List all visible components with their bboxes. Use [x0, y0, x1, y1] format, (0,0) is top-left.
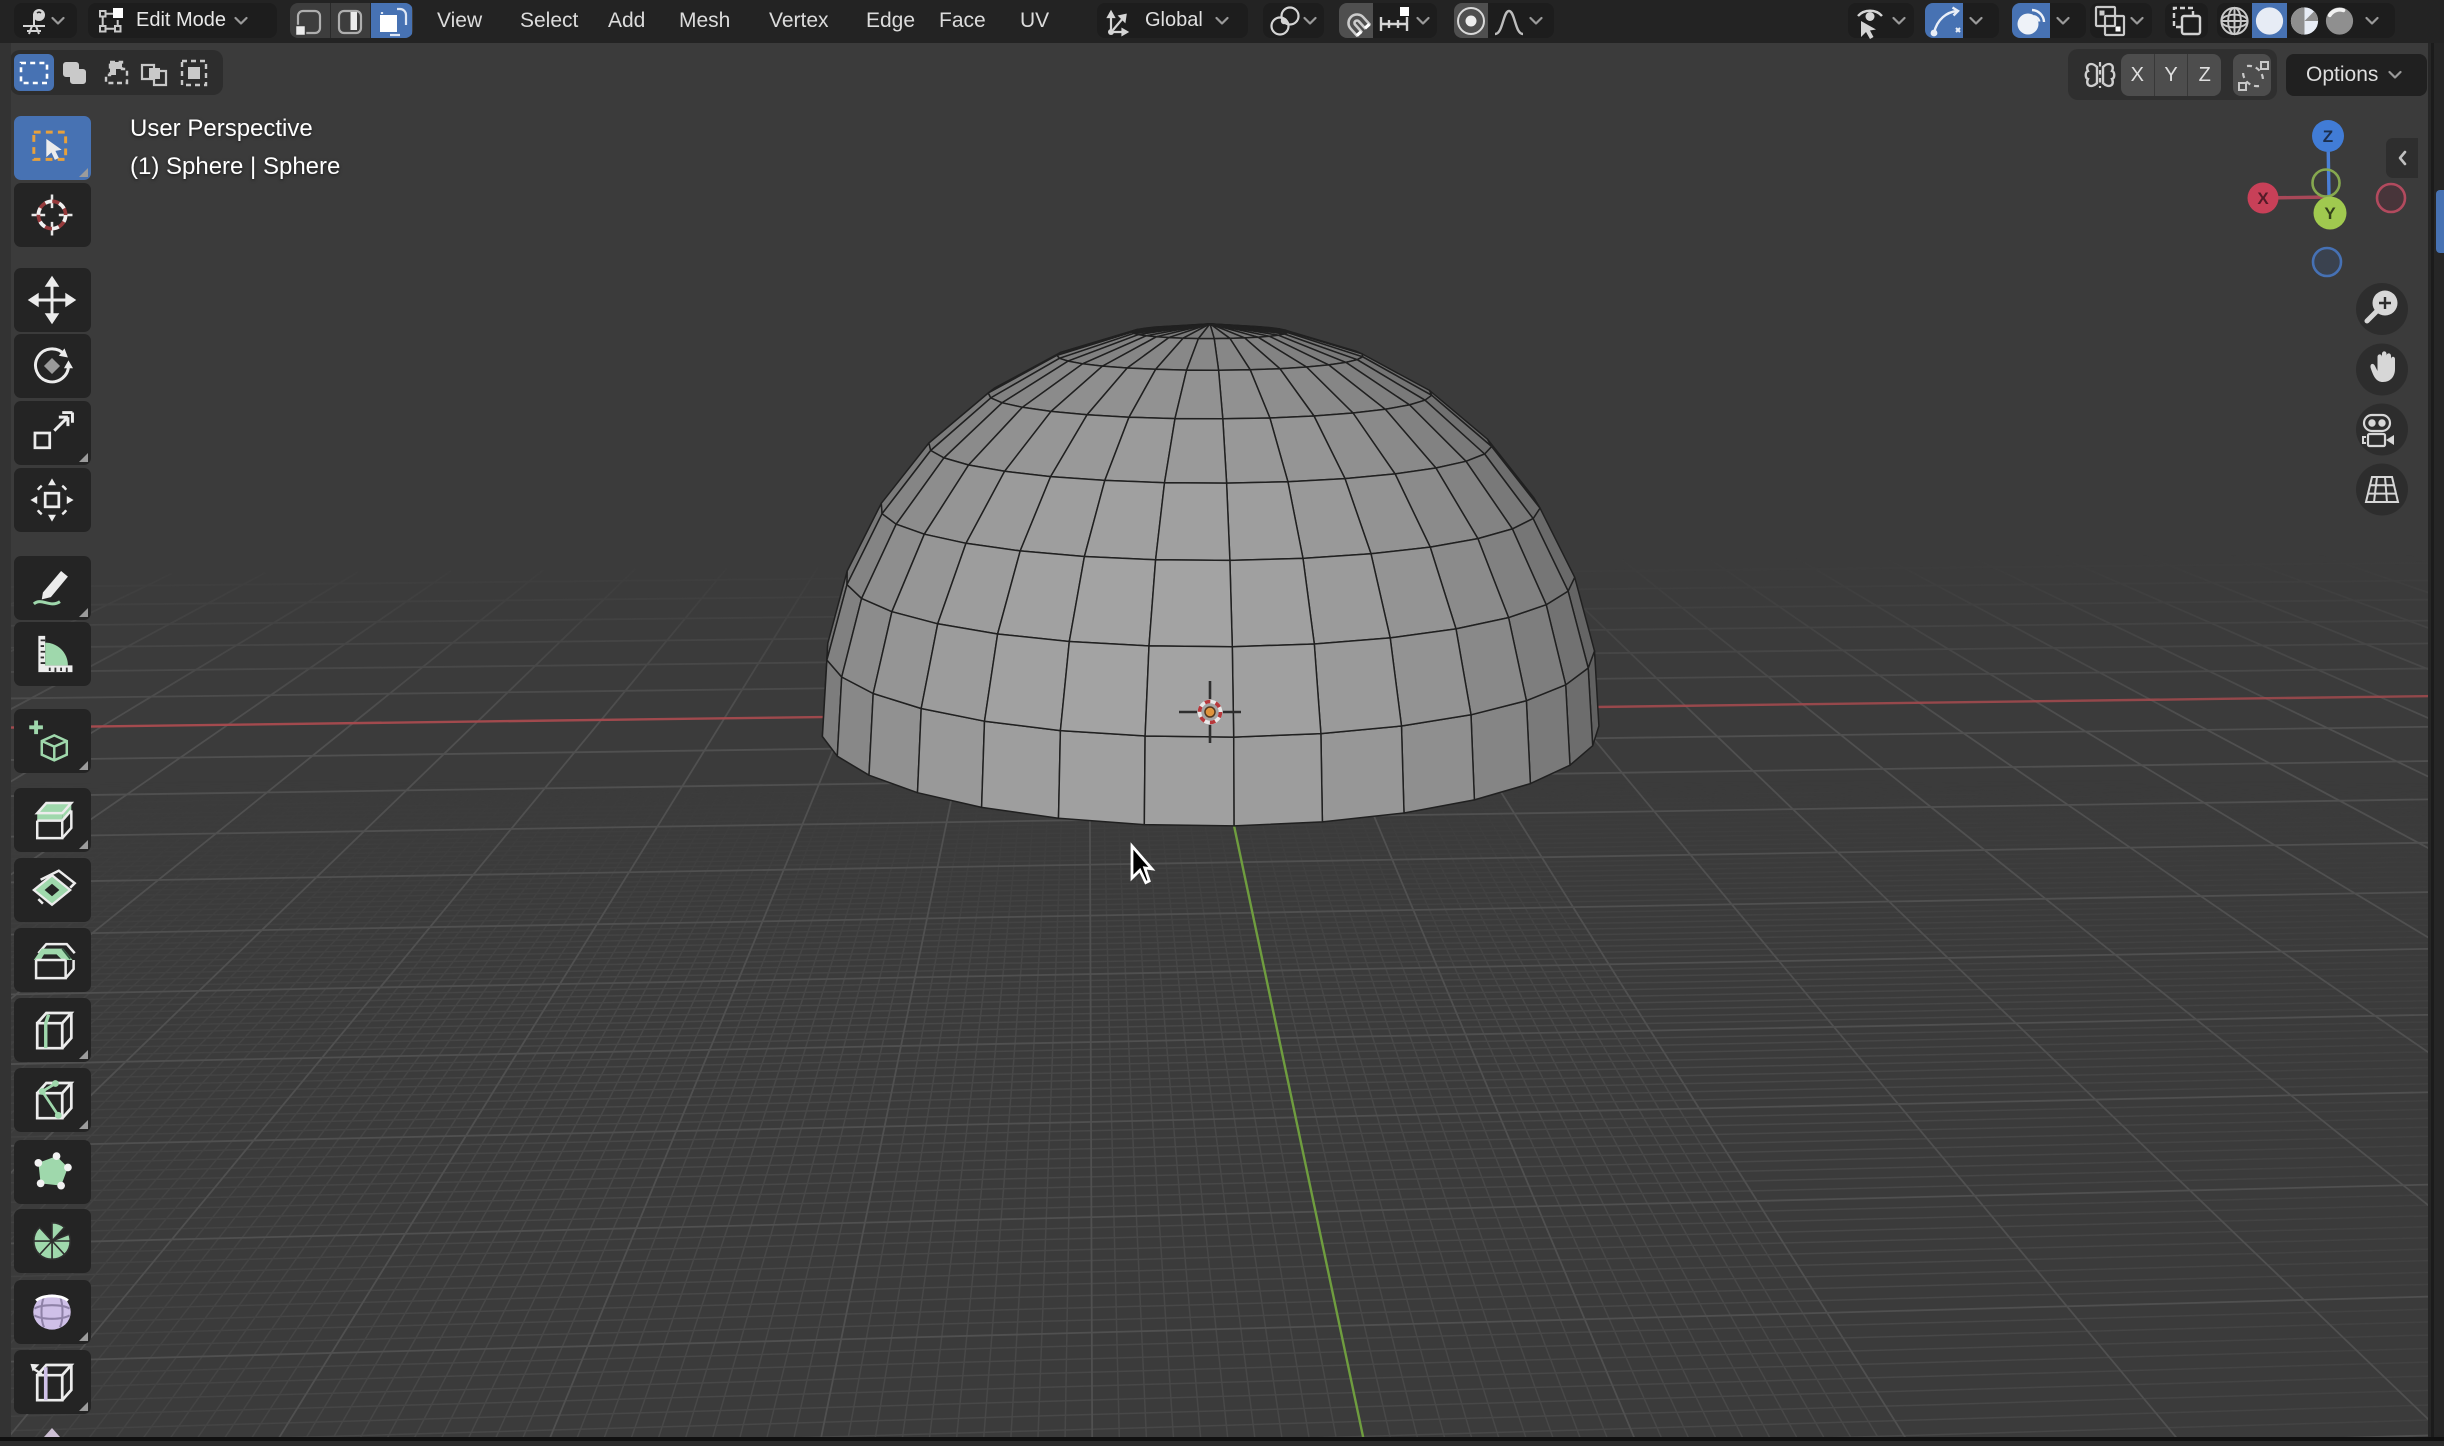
svg-text:Y: Y [2324, 204, 2336, 223]
svg-text:X: X [2257, 189, 2269, 208]
svg-text:Z: Z [2323, 127, 2333, 146]
